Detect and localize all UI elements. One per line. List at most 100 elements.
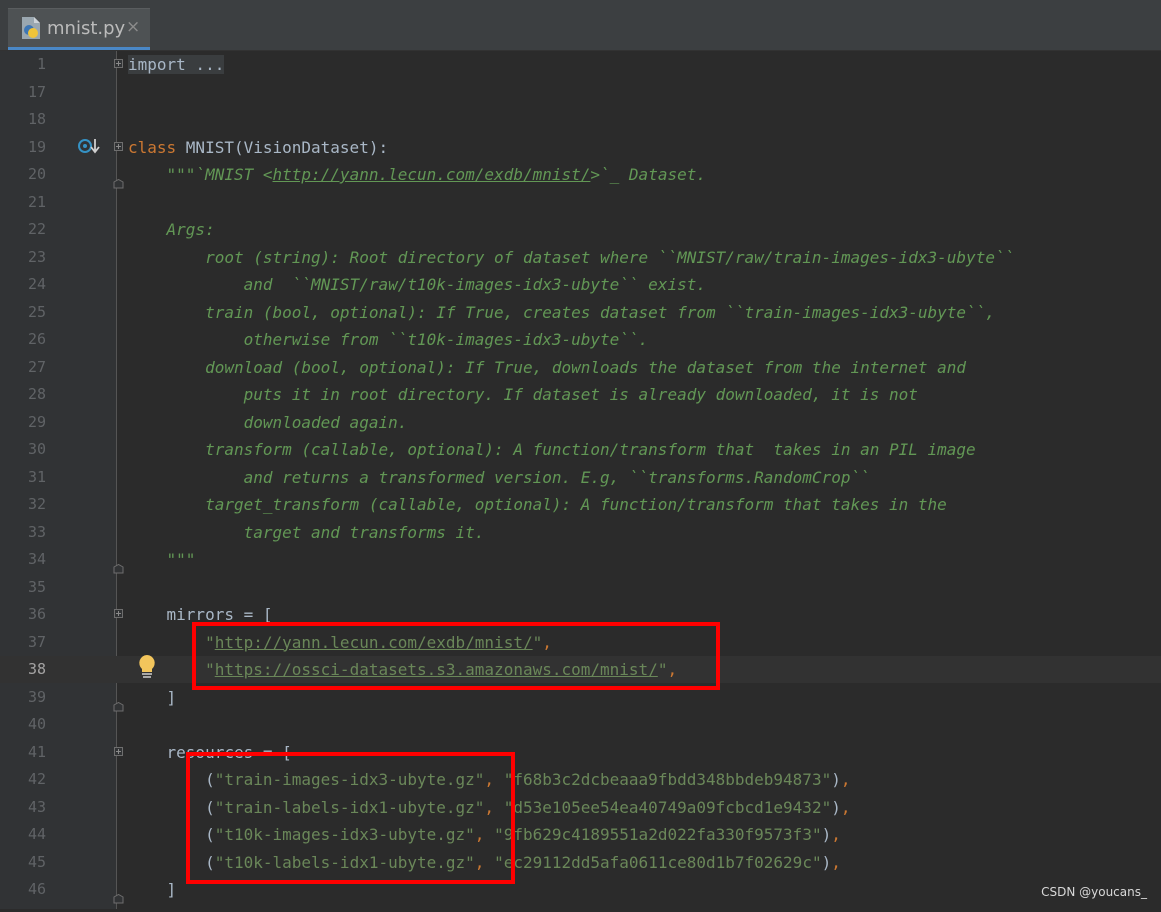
code-text[interactable]: ] xyxy=(128,684,177,711)
python-file-icon xyxy=(22,17,40,39)
override-method-icon[interactable] xyxy=(78,137,100,155)
code-line[interactable]: 20 """`MNIST <http://yann.lecun.com/exdb… xyxy=(0,161,1161,189)
code-line[interactable]: 1 import ... xyxy=(0,51,1161,78)
code-line[interactable]: 41 resources = [ xyxy=(0,739,1161,766)
code-line[interactable]: 30 transform (callable, optional): A fun… xyxy=(0,436,1161,463)
line-number[interactable]: 24 xyxy=(0,271,46,298)
line-number[interactable]: 28 xyxy=(0,381,46,408)
code-text[interactable]: target and transforms it. xyxy=(128,519,485,546)
line-number[interactable]: 29 xyxy=(0,409,46,436)
line-number[interactable]: 37 xyxy=(0,629,46,656)
code-line[interactable]: 29 downloaded again. xyxy=(0,409,1161,436)
line-number[interactable]: 19 xyxy=(0,134,46,161)
fold-icon[interactable] xyxy=(114,746,123,756)
intention-bulb-icon[interactable] xyxy=(137,654,157,678)
code-text[interactable]: """`MNIST <http://yann.lecun.com/exdb/mn… xyxy=(128,161,706,188)
line-number[interactable]: 23 xyxy=(0,244,46,271)
line-number[interactable]: 18 xyxy=(0,106,46,133)
code-line[interactable]: 44 ("t10k-images-idx3-ubyte.gz", "9fb629… xyxy=(0,821,1161,848)
line-number[interactable]: 1 xyxy=(0,51,46,78)
line-number[interactable]: 20 xyxy=(0,161,46,188)
line-number[interactable]: 40 xyxy=(0,711,46,738)
code-token: ] xyxy=(128,687,177,707)
line-number[interactable]: 42 xyxy=(0,766,46,793)
line-number[interactable]: 38 xyxy=(0,656,46,683)
code-token: "d53e105ee54ea40749a09fcbcd1e9432" xyxy=(503,797,832,817)
code-line[interactable]: 25 train (bool, optional): If True, crea… xyxy=(0,299,1161,326)
code-line[interactable]: 43 ("train-labels-idx1-ubyte.gz", "d53e1… xyxy=(0,794,1161,821)
line-number[interactable]: 45 xyxy=(0,849,46,876)
line-number[interactable]: 32 xyxy=(0,491,46,518)
code-line[interactable]: 35 xyxy=(0,574,1161,601)
fold-icon[interactable] xyxy=(114,141,123,151)
code-line[interactable]: 27 download (bool, optional): If True, d… xyxy=(0,354,1161,381)
code-line[interactable]: 24 and ``MNIST/raw/t10k-images-idx3-ubyt… xyxy=(0,271,1161,298)
line-number[interactable]: 39 xyxy=(0,684,46,711)
line-number[interactable]: 46 xyxy=(0,876,46,903)
code-text[interactable]: class MNIST(VisionDataset): xyxy=(128,134,388,161)
fold-icon[interactable] xyxy=(114,59,123,68)
line-number[interactable]: 21 xyxy=(0,189,46,216)
code-line[interactable]: 23 root (string): Root directory of data… xyxy=(0,244,1161,271)
fold-end-icon[interactable] xyxy=(113,885,124,904)
line-number[interactable]: 17 xyxy=(0,79,46,106)
code-line[interactable]: 31 and returns a transformed version. E.… xyxy=(0,464,1161,491)
code-token: transform (callable, optional): A functi… xyxy=(128,440,976,459)
code-token: train (bool, optional): If True, creates… xyxy=(128,302,995,322)
code-text[interactable]: train (bool, optional): If True, creates… xyxy=(128,299,995,326)
code-text[interactable]: transform (callable, optional): A functi… xyxy=(128,436,976,463)
tab-filename: mnist.py xyxy=(47,18,126,39)
code-text[interactable]: and ``MNIST/raw/t10k-images-idx3-ubyte``… xyxy=(128,271,706,298)
code-text[interactable]: target_transform (callable, optional): A… xyxy=(128,491,947,518)
code-token: root (string): Root directory of dataset… xyxy=(128,247,1015,267)
code-text[interactable]: and returns a transformed version. E.g, … xyxy=(128,464,870,491)
resources-highlight-box xyxy=(186,752,515,884)
code-text[interactable]: downloaded again. xyxy=(128,409,408,436)
line-number[interactable]: 34 xyxy=(0,546,46,573)
line-number[interactable]: 35 xyxy=(0,574,46,601)
code-line[interactable]: 34 """ xyxy=(0,546,1161,574)
line-number[interactable]: 27 xyxy=(0,354,46,381)
line-number[interactable]: 33 xyxy=(0,519,46,546)
code-line[interactable]: 45 ("t10k-labels-idx1-ubyte.gz", "ec2911… xyxy=(0,849,1161,876)
line-number[interactable]: 25 xyxy=(0,299,46,326)
code-line[interactable]: 40 xyxy=(0,711,1161,738)
code-line[interactable]: 46 ] xyxy=(0,876,1161,904)
line-number[interactable]: 41 xyxy=(0,739,46,766)
fold-end-icon[interactable] xyxy=(113,555,124,574)
line-number[interactable]: 43 xyxy=(0,794,46,821)
code-text[interactable]: """ xyxy=(128,546,196,573)
fold-icon[interactable] xyxy=(114,609,123,618)
code-line[interactable]: 28 puts it in root directory. If dataset… xyxy=(0,381,1161,408)
line-number[interactable]: 26 xyxy=(0,326,46,353)
code-token: "f68b3c2dcbeaaa9fbdd348bbdeb94873" xyxy=(503,770,832,789)
code-line[interactable]: 33 target and transforms it. xyxy=(0,519,1161,546)
code-line[interactable]: 18 xyxy=(0,106,1161,133)
line-number[interactable]: 22 xyxy=(0,216,46,243)
line-number[interactable]: 36 xyxy=(0,601,46,628)
fold-end-icon[interactable] xyxy=(113,170,124,189)
code-line[interactable]: 42 ("train-images-idx3-ubyte.gz", "f68b3… xyxy=(0,766,1161,793)
code-text[interactable]: otherwise from ``t10k-images-idx3-ubyte`… xyxy=(128,326,649,353)
line-number[interactable]: 31 xyxy=(0,464,46,491)
code-text[interactable]: root (string): Root directory of dataset… xyxy=(128,244,1014,271)
code-text[interactable]: puts it in root directory. If dataset is… xyxy=(128,381,918,408)
code-line[interactable]: 32 target_transform (callable, optional)… xyxy=(0,491,1161,518)
close-icon[interactable]: × xyxy=(126,17,140,37)
code-text[interactable]: import ... xyxy=(128,51,225,78)
code-line[interactable]: 21 xyxy=(0,189,1161,216)
code-line[interactable]: 22 Args: xyxy=(0,216,1161,243)
code-token: "ec29112dd5afa0611ce80d1b7f02629c" xyxy=(494,852,822,872)
code-line[interactable]: 19 class MNIST(VisionDataset): xyxy=(0,134,1161,161)
line-number[interactable]: 30 xyxy=(0,436,46,463)
code-text[interactable]: Args: xyxy=(128,216,215,243)
code-token: target and transforms it. xyxy=(128,522,485,542)
code-line[interactable]: 26 otherwise from ``t10k-images-idx3-uby… xyxy=(0,326,1161,353)
code-token: target_transform (callable, optional): A… xyxy=(128,495,947,514)
fold-end-icon[interactable] xyxy=(113,693,124,711)
code-text[interactable]: download (bool, optional): If True, down… xyxy=(128,354,966,381)
line-number[interactable]: 44 xyxy=(0,821,46,848)
code-text[interactable]: ] xyxy=(128,876,177,903)
tab-mnist-py[interactable]: mnist.py × xyxy=(8,8,150,50)
code-line[interactable]: 17 xyxy=(0,79,1161,106)
